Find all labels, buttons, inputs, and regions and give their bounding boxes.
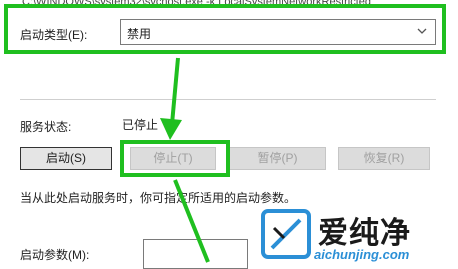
arrow-head-icon [160, 118, 182, 140]
watermark-url: aichunjing.com [314, 247, 410, 262]
watermark-logo: 爱纯净 aichunjing.com [258, 206, 458, 268]
logo-icon [261, 209, 311, 259]
arrow-line [173, 179, 210, 263]
arrow-line [170, 57, 180, 125]
watermark-brand: 爱纯净 [318, 217, 411, 250]
